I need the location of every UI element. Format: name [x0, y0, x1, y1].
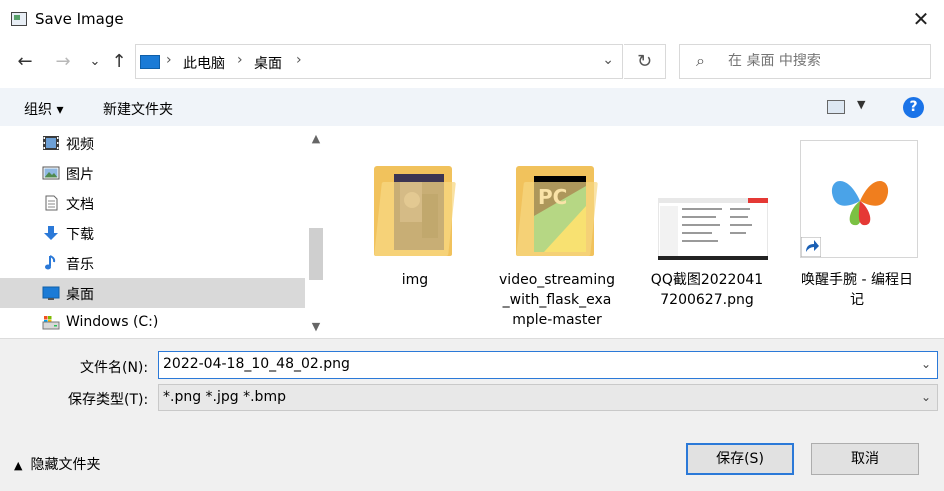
sidebar-item-label: 文档 [66, 197, 94, 213]
scrollbar-thumb[interactable] [309, 228, 323, 280]
breadcrumb-this-pc[interactable]: 此电脑 [183, 53, 225, 73]
sidebar-item-videos[interactable]: 视频 [0, 128, 305, 158]
navigation-bar: ← → ⌄ ↑ › 此电脑 › 桌面 › ⌄ ↻ ⌕ [0, 38, 944, 88]
file-name: img [401, 272, 429, 288]
recent-locations-chevron-icon[interactable]: ⌄ [84, 51, 106, 73]
new-folder-button[interactable]: 新建文件夹 [103, 99, 173, 119]
title-bar: Save Image ✕ [0, 0, 944, 38]
sidebar-item-documents[interactable]: 文档 [0, 188, 305, 218]
file-item-folder[interactable]: PC video_streaming_with_flask_example-ma… [498, 138, 616, 328]
command-bar: 组织 ▾ 新建文件夹 ▼ ? [0, 88, 944, 126]
search-box[interactable]: ⌕ [679, 44, 931, 79]
sidebar-item-downloads[interactable]: 下载 [0, 218, 305, 248]
search-input[interactable] [728, 53, 918, 69]
forward-arrow-icon[interactable]: → [52, 51, 74, 73]
download-icon [44, 226, 58, 240]
file-item-image[interactable]: QQ截图20220417200627.png [648, 138, 768, 328]
cancel-button[interactable]: 取消 [811, 443, 919, 475]
filetype-value: *.png *.jpg *.bmp [163, 389, 286, 405]
hide-folders-label: 隐藏文件夹 [30, 457, 101, 473]
shortcut-arrow-icon [801, 237, 821, 257]
sidebar-item-label: 音乐 [66, 257, 94, 273]
this-pc-icon [140, 55, 160, 69]
filetype-select[interactable]: *.png *.jpg *.bmp ⌄ [158, 384, 938, 411]
help-icon[interactable]: ? [903, 97, 924, 118]
save-button[interactable]: 保存(S) [686, 443, 794, 475]
refresh-icon[interactable]: ↻ [624, 44, 666, 79]
sidebar-item-pictures[interactable]: 图片 [0, 158, 305, 188]
filename-dropdown-icon[interactable]: ⌄ [921, 357, 931, 371]
document-icon [45, 195, 58, 211]
scroll-down-icon[interactable]: ▼ [309, 320, 323, 333]
drive-icon [42, 316, 60, 330]
organize-button[interactable]: 组织 ▾ [24, 99, 63, 119]
breadcrumb-desktop[interactable]: 桌面 [254, 53, 282, 73]
breadcrumb-chevron-icon[interactable]: › [296, 52, 302, 68]
app-image-icon [11, 12, 27, 26]
view-dropdown-icon[interactable]: ▼ [857, 98, 865, 111]
screenshot-thumbnail [658, 148, 768, 260]
search-icon: ⌕ [696, 51, 705, 70]
file-item-folder[interactable]: img [356, 138, 474, 328]
sidebar-item-drive-c[interactable]: Windows (C:) [0, 308, 305, 338]
sidebar-item-label: 视频 [66, 137, 94, 153]
up-arrow-icon[interactable]: ↑ [108, 51, 130, 73]
music-icon [45, 255, 56, 270]
filename-combobox[interactable]: ⌄ [158, 351, 938, 379]
sidebar-scrollbar[interactable]: ▲ ▼ [305, 126, 327, 338]
file-name: 唤醒手腕 - 编程日记 [801, 272, 913, 308]
sidebar-item-music[interactable]: 音乐 [0, 248, 305, 278]
address-dropdown-icon[interactable]: ⌄ [602, 52, 614, 68]
view-options-icon[interactable] [827, 100, 845, 114]
sidebar-item-desktop[interactable]: 桌面 [0, 278, 305, 308]
filetype-label: 保存类型(T): [68, 392, 149, 408]
msn-butterfly-icon [800, 140, 918, 258]
sidebar-item-label: 下载 [66, 227, 94, 243]
hide-folders-toggle[interactable]: ▲ 隐藏文件夹 [14, 454, 100, 474]
breadcrumb-chevron-icon[interactable]: › [166, 52, 172, 68]
video-icon [43, 136, 59, 150]
file-item-shortcut[interactable]: 唤醒手腕 - 编程日记 [798, 138, 918, 328]
save-form: 文件名(N): ⌄ 保存类型(T): *.png *.jpg *.bmp ⌄ ▲… [0, 338, 944, 491]
folder-icon: PC [508, 148, 606, 258]
picture-icon [42, 166, 60, 180]
file-list: img PC video_streaming_with_flask_exampl… [330, 126, 944, 338]
desktop-icon [42, 286, 60, 300]
back-arrow-icon[interactable]: ← [14, 51, 36, 73]
file-name: video_streaming_with_flask_example-maste… [499, 272, 615, 328]
folder-icon [366, 148, 464, 258]
sidebar-item-label: 桌面 [66, 287, 94, 303]
scroll-up-icon[interactable]: ▲ [309, 132, 323, 145]
close-icon[interactable]: ✕ [908, 6, 934, 32]
address-bar[interactable]: › 此电脑 › 桌面 › ⌄ [135, 44, 623, 79]
breadcrumb-chevron-icon[interactable]: › [237, 52, 243, 68]
navigation-pane: 视频 图片 文档 下载 音乐 桌面 Windows (C:) [0, 126, 305, 338]
sidebar-item-label: Windows (C:) [66, 314, 159, 330]
filename-input[interactable] [163, 356, 893, 372]
chevron-up-icon: ▲ [14, 459, 23, 472]
window-title: Save Image [35, 10, 124, 28]
sidebar-item-label: 图片 [66, 167, 94, 183]
filetype-dropdown-icon[interactable]: ⌄ [921, 390, 931, 404]
file-name: QQ截图20220417200627.png [650, 272, 764, 308]
filename-label: 文件名(N): [80, 360, 149, 376]
